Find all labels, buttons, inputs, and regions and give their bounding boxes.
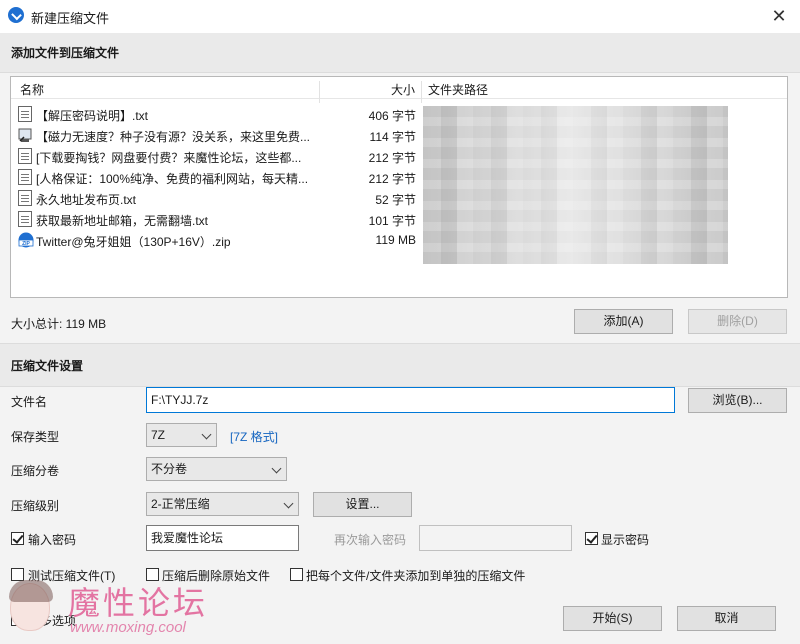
- text-file-icon: [18, 211, 32, 227]
- column-divider[interactable]: [319, 81, 320, 103]
- shortcut-file-icon: [18, 127, 32, 143]
- file-size: 101 字节: [368, 214, 416, 228]
- file-size: 212 字节: [368, 172, 416, 186]
- file-size: 52 字节: [375, 193, 416, 207]
- total-size-label: 大小总计: 119 MB: [11, 317, 107, 331]
- reenter-password-label: 再次输入密码: [334, 533, 407, 547]
- column-header-size[interactable]: 大小: [391, 81, 415, 98]
- filename-input[interactable]: F:\TYJJ.7z: [146, 387, 675, 413]
- file-list[interactable]: 名称 大小 文件夹路径 【解压密码说明】.txt 406 字节 【磁力无速度？种…: [10, 76, 788, 298]
- file-name: 永久地址发布页.txt: [36, 193, 137, 207]
- text-file-icon: [18, 148, 32, 164]
- zip-archive-icon: ZIP: [18, 232, 34, 248]
- level-label: 压缩级别: [11, 499, 60, 513]
- format-link[interactable]: [7Z 格式]: [230, 428, 278, 445]
- file-name: Twitter@兔牙姐姐（130P+16V）.zip: [36, 235, 231, 249]
- test-archive-checkbox[interactable]: [11, 568, 24, 581]
- reenter-password-input[interactable]: [419, 525, 572, 551]
- show-password-checkbox[interactable]: [585, 532, 598, 545]
- column-header-name[interactable]: 名称: [20, 81, 44, 98]
- save-type-select[interactable]: 7Z: [146, 423, 217, 447]
- file-name: [下载要掏钱？网盘要付费？来魔性论坛，这些都...: [36, 151, 302, 165]
- file-size: 406 字节: [368, 109, 416, 123]
- file-size: 119 MB: [375, 233, 416, 247]
- level-value: 2-正常压缩: [151, 497, 210, 511]
- file-name: [人格保证：100%纯净、免费的福利网站，每天精...: [36, 172, 309, 186]
- file-size: 114 字节: [369, 130, 416, 144]
- browse-button[interactable]: 浏览(B)...: [688, 388, 787, 413]
- settings-header: 压缩文件设置: [0, 343, 800, 387]
- redacted-folder-paths: [423, 106, 728, 264]
- each-separate-label[interactable]: 把每个文件/文件夹添加到单独的压缩文件: [306, 567, 525, 584]
- more-options-checkbox[interactable]: [11, 613, 24, 626]
- delete-after-label[interactable]: 压缩后删除原始文件: [162, 567, 270, 584]
- test-archive-label[interactable]: 测试压缩文件(T): [28, 567, 115, 584]
- split-value: 不分卷: [151, 462, 188, 476]
- cancel-button[interactable]: 取消: [677, 606, 776, 631]
- window-title: 新建压缩文件: [31, 11, 110, 26]
- text-file-icon: [18, 106, 32, 122]
- column-header-path[interactable]: 文件夹路径: [428, 81, 488, 98]
- chevron-down-icon: [283, 498, 294, 509]
- config-button[interactable]: 设置...: [313, 492, 412, 517]
- text-file-icon: [18, 169, 32, 185]
- column-divider[interactable]: [421, 81, 422, 103]
- file-name: 获取最新地址邮箱，无需翻墙.txt: [36, 214, 209, 228]
- add-button[interactable]: 添加(A): [574, 309, 673, 334]
- file-size: 212 字节: [368, 151, 416, 165]
- password-input[interactable]: 我爱魔性论坛: [146, 525, 299, 551]
- start-button[interactable]: 开始(S): [563, 606, 662, 631]
- file-name: 【磁力无速度？种子没有源？没关系，来这里免费...: [36, 130, 311, 144]
- file-list-header: 名称 大小 文件夹路径: [11, 77, 787, 103]
- filename-label: 文件名: [11, 395, 48, 409]
- delete-after-checkbox[interactable]: [146, 568, 159, 581]
- chevron-down-icon: [271, 463, 282, 474]
- dialog-body: 添加文件到压缩文件 名称 大小 文件夹路径 【解压密码说明】.txt 406 字…: [0, 33, 800, 644]
- password-checkbox[interactable]: [11, 532, 24, 545]
- more-options-label[interactable]: 更多选项: [28, 612, 76, 629]
- svg-text:ZIP: ZIP: [22, 241, 30, 247]
- password-checkbox-label[interactable]: 输入密码: [28, 531, 76, 548]
- text-file-icon: [18, 190, 32, 206]
- add-files-header: 添加文件到压缩文件: [0, 33, 800, 73]
- split-label: 压缩分卷: [11, 464, 60, 478]
- file-name: 【解压密码说明】.txt: [36, 109, 149, 123]
- split-select[interactable]: 不分卷: [146, 457, 287, 481]
- save-type-label: 保存类型: [11, 430, 60, 444]
- remove-button[interactable]: 删除(D): [688, 309, 787, 334]
- close-button[interactable]: ✕: [766, 2, 792, 30]
- save-type-value: 7Z: [151, 428, 166, 442]
- app-logo-icon: [8, 7, 24, 23]
- title-bar: 新建压缩文件 ✕: [0, 0, 800, 33]
- level-select[interactable]: 2-正常压缩: [146, 492, 299, 516]
- show-password-label[interactable]: 显示密码: [601, 531, 649, 548]
- each-separate-checkbox[interactable]: [290, 568, 303, 581]
- chevron-down-icon: [201, 429, 212, 440]
